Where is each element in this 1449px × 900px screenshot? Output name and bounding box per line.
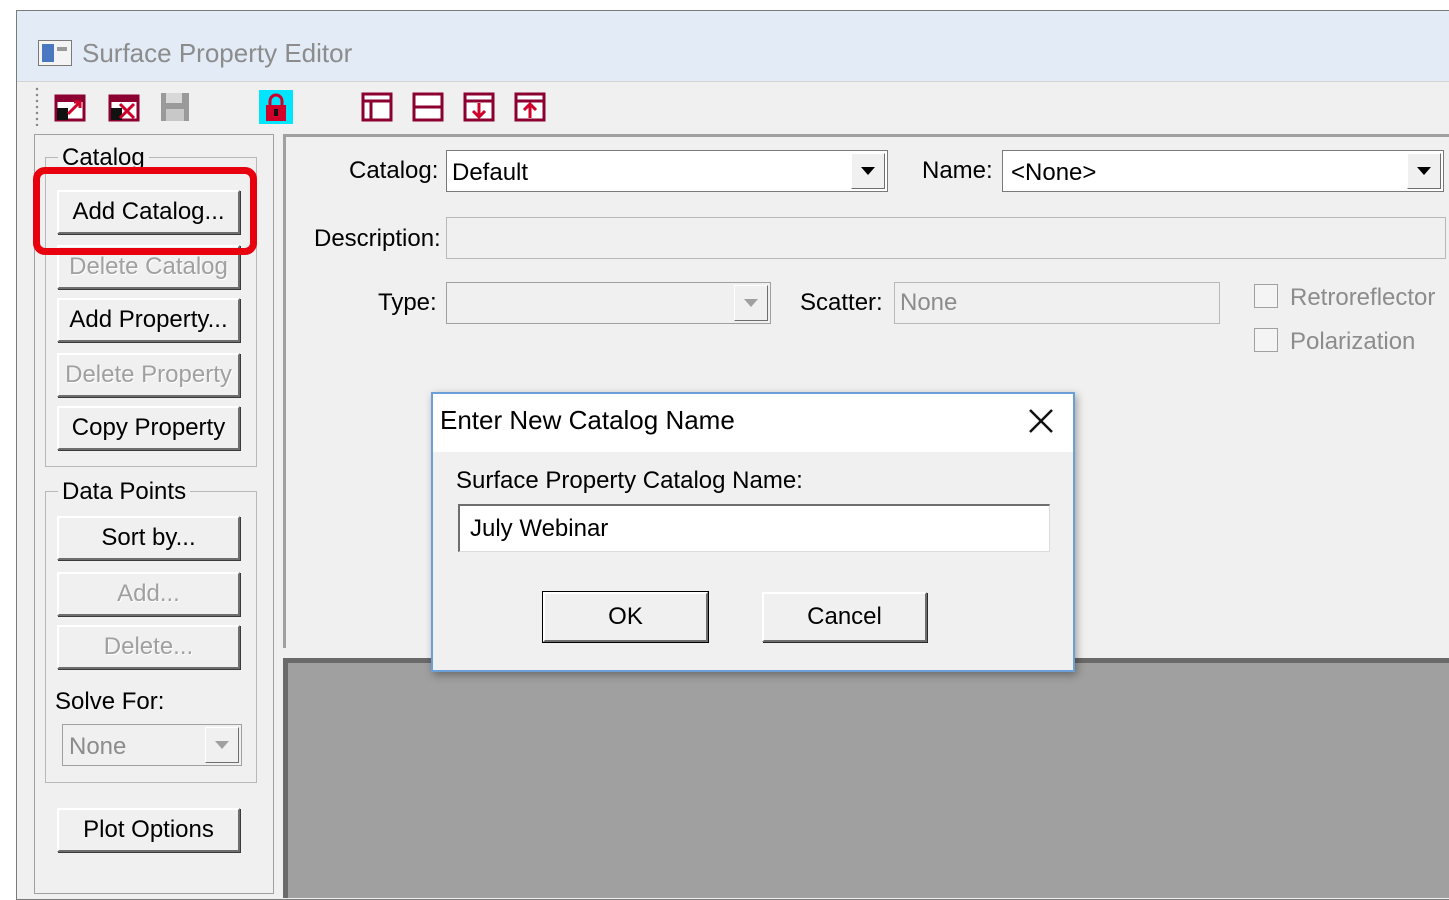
catalog-dropdown-button[interactable] bbox=[851, 153, 885, 189]
description-input[interactable] bbox=[446, 217, 1446, 259]
scatter-label: Scatter: bbox=[800, 289, 883, 316]
solve-for-label: Solve For: bbox=[55, 688, 165, 715]
type-dropdown-button[interactable] bbox=[734, 285, 768, 321]
ok-button[interactable]: OK bbox=[542, 591, 709, 643]
catalog-name-input[interactable]: July Webinar bbox=[458, 504, 1050, 552]
plot-area bbox=[283, 658, 1449, 898]
name-value: <None> bbox=[1011, 159, 1097, 186]
catalog-name-label: Surface Property Catalog Name: bbox=[456, 467, 803, 494]
retroreflector-label: Retroreflector bbox=[1290, 284, 1436, 311]
chevron-down-icon bbox=[744, 299, 758, 307]
data-points-group-label: Data Points bbox=[58, 478, 191, 506]
save-icon[interactable] bbox=[158, 90, 192, 124]
chevron-down-icon bbox=[215, 741, 229, 749]
plot-options-button[interactable]: Plot Options bbox=[57, 808, 240, 852]
lock-icon[interactable] bbox=[259, 90, 293, 124]
dialog-title: Enter New Catalog Name bbox=[440, 405, 735, 435]
toolbar-grip[interactable] bbox=[34, 86, 40, 126]
type-label: Type: bbox=[378, 289, 437, 316]
import-catalog-icon[interactable] bbox=[54, 90, 88, 124]
highlight-box bbox=[33, 167, 257, 255]
sort-by-button[interactable]: Sort by... bbox=[57, 516, 240, 560]
name-label: Name: bbox=[922, 157, 993, 184]
solve-for-dropdown-button[interactable] bbox=[205, 727, 239, 763]
solve-for-value: None bbox=[69, 733, 127, 760]
toolbar bbox=[17, 81, 1449, 133]
retroreflector-checkbox[interactable] bbox=[1254, 284, 1278, 308]
scatter-input[interactable]: None bbox=[894, 282, 1220, 324]
chevron-down-icon bbox=[861, 167, 875, 175]
solve-for-select[interactable]: None bbox=[62, 724, 242, 766]
export-catalog-icon[interactable] bbox=[108, 90, 142, 124]
catalog-value: Default bbox=[452, 159, 529, 186]
copy-property-button[interactable]: Copy Property bbox=[57, 406, 240, 450]
window-title: Surface Property Editor bbox=[82, 38, 353, 68]
add-data-point-button[interactable]: Add... bbox=[57, 572, 240, 616]
delete-property-button[interactable]: Delete Property bbox=[57, 353, 240, 397]
polarization-label: Polarization bbox=[1290, 328, 1416, 355]
cancel-button[interactable]: Cancel bbox=[762, 592, 927, 642]
catalog-label: Catalog: bbox=[349, 157, 439, 184]
delete-data-point-button[interactable]: Delete... bbox=[57, 625, 240, 669]
name-select[interactable]: <None> bbox=[1002, 150, 1444, 192]
polarization-checkbox[interactable] bbox=[1254, 328, 1278, 352]
type-select[interactable] bbox=[446, 282, 771, 324]
add-property-button[interactable]: Add Property... bbox=[57, 298, 240, 342]
name-dropdown-button[interactable] bbox=[1407, 153, 1441, 189]
chevron-down-icon bbox=[1417, 167, 1431, 175]
catalog-select[interactable]: Default bbox=[446, 150, 888, 192]
move-down-icon[interactable] bbox=[462, 90, 496, 124]
app-icon bbox=[38, 40, 72, 66]
description-label: Description: bbox=[314, 225, 441, 252]
move-up-icon[interactable] bbox=[513, 90, 547, 124]
layout-split-icon[interactable] bbox=[360, 90, 394, 124]
close-icon[interactable] bbox=[1024, 404, 1058, 438]
layout-rows-icon[interactable] bbox=[411, 90, 445, 124]
